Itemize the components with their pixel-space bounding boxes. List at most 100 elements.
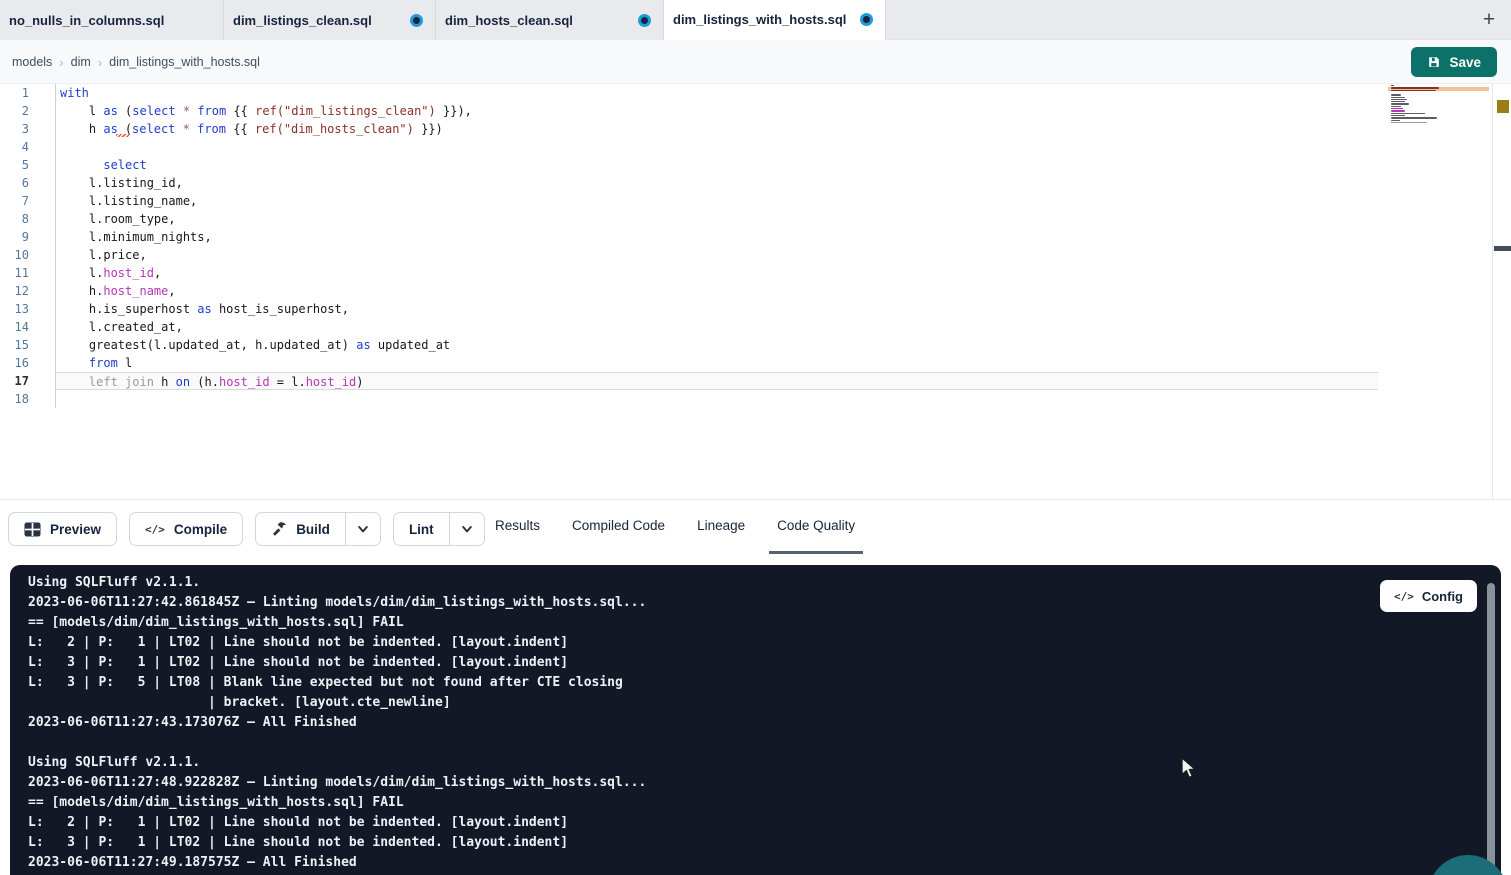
editor-tab[interactable]: dim_hosts_clean.sql [436,0,664,40]
hammer-icon [271,521,287,537]
code-text: l.host_id, [56,264,161,282]
preview-button[interactable]: Preview [8,512,117,546]
new-tab-button[interactable]: + [1475,6,1503,34]
chevron-down-icon [356,522,370,536]
minimap-line [1391,103,1409,104]
save-button-label: Save [1449,55,1481,70]
code-line[interactable]: 2 l as (select * from {{ ref("dim_listin… [0,102,1511,120]
terminal-line: 2023-06-06T11:27:42.861845Z – Linting mo… [28,593,646,613]
minimap-line [1391,99,1407,100]
minimap-line [1391,115,1405,116]
code-line[interactable]: 15 greatest(l.updated_at, h.updated_at) … [0,336,1511,354]
terminal-line: L: 3 | P: 5 | LT08 | Blank line expected… [28,673,646,693]
scrollbar-position-marker[interactable] [1494,246,1511,251]
code-line[interactable]: 3 h as (select * from {{ ref("dim_hosts_… [0,120,1511,138]
compile-button[interactable]: </>Compile [129,512,243,546]
line-number: 4 [0,138,56,156]
code-line[interactable]: 16 from l [0,354,1511,372]
line-number: 2 [0,102,56,120]
editor-tab[interactable]: no_nulls_in_columns.sql [0,0,224,40]
line-number: 17 [0,372,56,390]
code-line[interactable]: 14 l.created_at, [0,318,1511,336]
lint-dropdown-button[interactable] [449,512,485,546]
preview-button-label: Preview [50,522,101,537]
minimap-line [1391,117,1437,118]
line-number: 3 [0,120,56,138]
config-button-label: Config [1422,589,1463,604]
minimap-line [1391,106,1401,107]
breadcrumb-segment[interactable]: dim_listings_with_hosts.sql [109,55,260,69]
breadcrumb-segment[interactable]: dim [71,55,91,69]
editor-tab[interactable]: dim_listings_with_hosts.sql [664,0,886,40]
terminal-line: L: 2 | P: 1 | LT02 | Line should not be … [28,633,646,653]
minimap-line [1391,113,1425,114]
code-line[interactable]: 5 select [0,156,1511,174]
unsaved-changes-indicator-icon [638,14,651,27]
line-number: 1 [0,84,56,102]
terminal-scrollbar-thumb[interactable] [1487,583,1495,875]
line-number: 6 [0,174,56,192]
code-text: greatest(l.updated_at, h.updated_at) as … [56,336,450,354]
code-icon: </> [1394,590,1414,603]
lint-config-button[interactable]: </> Config [1380,580,1477,612]
code-line[interactable]: 8 l.room_type, [0,210,1511,228]
code-line[interactable]: 10 l.price, [0,246,1511,264]
code-text: l.created_at, [56,318,183,336]
code-text: with [56,84,89,102]
lint-warning-scroll-marker-icon[interactable] [1497,100,1509,113]
code-line[interactable]: 17 left join h on (h.host_id = l.host_id… [0,372,1511,390]
terminal-line: 2023-06-06T11:27:43.173076Z – All Finish… [28,713,646,733]
panel-tab-compiled-code[interactable]: Compiled Code [564,500,673,554]
code-line[interactable]: 12 h.host_name, [0,282,1511,300]
editor-minimap[interactable] [1388,84,1489,144]
sql-editor[interactable]: 1with2 l as (select * from {{ ref("dim_l… [0,84,1511,500]
panel-tab-code-quality[interactable]: Code Quality [769,500,863,554]
line-number: 5 [0,156,56,174]
terminal-line: Using SQLFluff v2.1.1. [28,573,646,593]
editor-tab[interactable]: dim_listings_clean.sql [224,0,436,40]
lint-button[interactable]: Lint [393,512,449,546]
code-text: l.price, [56,246,147,264]
dbt-cloud-ide: { "colors": { "accent_teal": "#0c7168", … [0,0,1511,875]
breadcrumb-row: models›dim›dim_listings_with_hosts.sql S… [0,40,1511,84]
terminal-line: L: 3 | P: 1 | LT02 | Line should not be … [28,653,646,673]
code-text: l.listing_id, [56,174,183,192]
build-button[interactable]: Build [255,512,345,546]
lint-squiggle [118,120,125,138]
code-text: select [56,156,147,174]
code-text: h.is_superhost as host_is_superhost, [56,300,349,318]
code-text: l.minimum_nights, [56,228,212,246]
editor-tab-label: no_nulls_in_columns.sql [9,13,164,28]
line-number: 10 [0,246,56,264]
editor-tab-label: dim_hosts_clean.sql [445,13,573,28]
breadcrumb-separator: › [98,55,102,70]
panel-tab-lineage[interactable]: Lineage [689,500,753,554]
minimap-line [1391,90,1436,91]
compile-button-label: Compile [174,522,227,537]
code-line[interactable]: 4 [0,138,1511,156]
terminal-line: L: 3 | P: 1 | LT02 | Line should not be … [28,833,646,853]
code-line[interactable]: 11 l.host_id, [0,264,1511,282]
save-icon [1427,55,1441,69]
code-line[interactable]: 7 l.listing_name, [0,192,1511,210]
line-number: 18 [0,390,56,408]
unsaved-changes-indicator-icon [860,13,873,26]
code-text: l.listing_name, [56,192,197,210]
breadcrumb-segment[interactable]: models [12,55,52,69]
code-line[interactable]: 13 h.is_superhost as host_is_superhost, [0,300,1511,318]
minimap-line [1391,120,1400,121]
minimap-line [1391,101,1405,102]
code-line[interactable]: 18 [0,390,1511,408]
code-line[interactable]: 9 l.minimum_nights, [0,228,1511,246]
terminal-line: L: 2 | P: 1 | LT02 | Line should not be … [28,813,646,833]
line-number: 11 [0,264,56,282]
editor-tab-label: dim_listings_with_hosts.sql [673,12,846,27]
code-line[interactable]: 1with [0,84,1511,102]
lint-output-terminal: Using SQLFluff v2.1.1.2023-06-06T11:27:4… [10,565,1501,875]
save-button[interactable]: Save [1411,47,1497,77]
action-panel-bar: Preview </>Compile Build Lint Results Compil… [0,500,1511,558]
build-dropdown-button[interactable] [345,512,381,546]
panel-tab-results[interactable]: Results [487,500,548,554]
code-line[interactable]: 6 l.listing_id, [0,174,1511,192]
code-text: from l [56,354,132,372]
